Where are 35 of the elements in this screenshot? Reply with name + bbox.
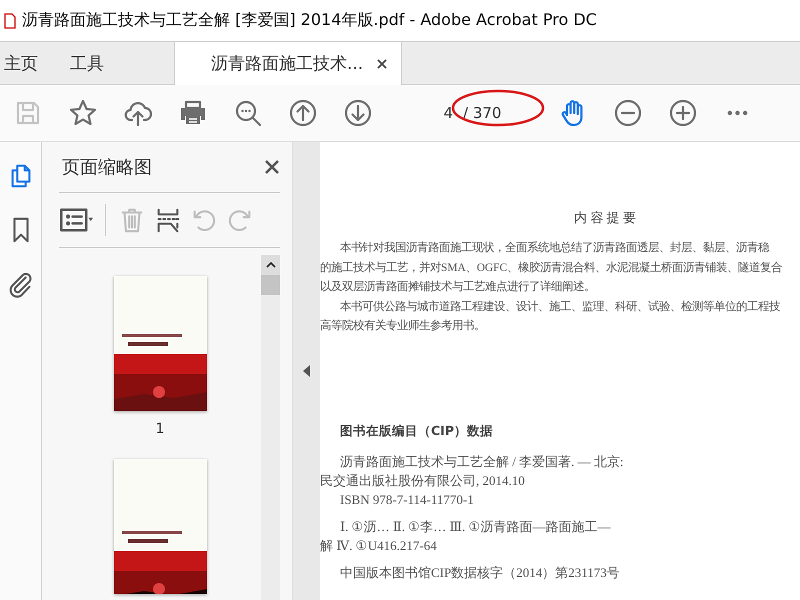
prev-icon [288,98,318,128]
zoomin-icon [668,98,698,128]
next-icon [342,98,372,128]
zoomout-icon [612,98,642,128]
scrollbar[interactable] [261,255,280,600]
tab[interactable]: 工具 [58,42,124,84]
attachments-button[interactable] [6,270,34,298]
page-number: 1 [156,421,164,437]
document-text: 解 Ⅳ. ①U416.217-64 [320,536,437,554]
panel-title: 页面缩略图 [62,156,152,179]
document-text: 沥青路面施工技术与工艺全解 / 李爱国著. — 北京: [340,452,624,470]
page-number-field[interactable]: 4 [425,102,455,124]
document-text: 中国版本图书馆CIP数据核字（2014）第231173号 [340,564,620,582]
tab[interactable]: 主页 [0,42,58,84]
pdf-file-icon [4,12,16,28]
tab[interactable]: 沥青路面施工技术... [174,42,402,85]
scroll-thumb[interactable] [261,275,280,295]
more-icon [727,110,748,116]
document-text: 民交通出版社股份有限公司, 2014.10 [320,472,525,490]
document-heading: 内 容 提 要 [573,209,636,227]
document-text: 本书针对我国沥青路面施工现状，全面系统地总结了沥青路面透层、封层、黏层、沥青稳 [340,240,769,256]
document-text: 的施工技术与工艺，并对SMA、OGFC、橡胶沥青混合料、水泥混凝土桥面沥青铺装、隧道复合 [320,260,782,276]
star-icon [68,98,98,128]
attachments-icon [6,270,34,298]
close-button[interactable] [264,159,280,175]
document-text: 以及双层沥青路面摊铺技术与工艺难点进行了详细阐述。 [320,279,595,295]
cip-heading: 图书在版编目（CIP）数据 [340,422,493,440]
document-text: 本书可供公路与城市道路工程建设、设计、施工、监理、科研、试验、检测等单位的工程技 [340,299,780,314]
document-text: 高等院校有关专业师生参考用书。 [320,318,485,334]
scroll-up-icon[interactable] [266,262,276,268]
document-text: Ⅰ. ①沥… Ⅱ. ①李… Ⅲ. ①沥青路面—路面施工— [340,518,611,536]
document-text: ISBN 978-7-114-11770-1 [340,490,474,508]
window-title: 沥青路面施工技术与工艺全解 [李爱国] 2014年版.pdf - Adobe Acrobat Pro DC [22,10,597,31]
close-icon[interactable] [377,58,388,68]
collapse-icon[interactable] [303,365,310,377]
